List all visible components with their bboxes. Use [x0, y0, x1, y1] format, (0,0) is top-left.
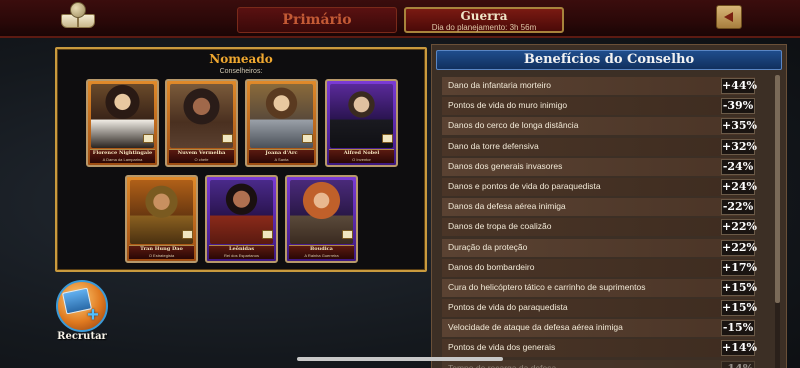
book-badge-icon: [342, 230, 353, 239]
benefit-row: Duração da proteção +22%: [442, 238, 757, 258]
benefit-label: Danos e pontos de vida do paraquedista: [448, 180, 601, 191]
benefit-row: Danos e pontos de vida do paraquedista +2…: [442, 177, 757, 197]
benefits-scroll-thumb[interactable]: [775, 75, 780, 303]
advisor-title: Rei dos Espartanos: [224, 253, 259, 258]
book-badge-icon: [382, 134, 393, 143]
planning-day-timer: Dia do planejamento: 3h 56m: [431, 23, 537, 32]
benefit-value: +15%: [721, 279, 757, 296]
benefit-value: +35%: [721, 118, 757, 135]
benefit-value: -22%: [721, 199, 755, 216]
advisor-name: Joana d'Arc: [265, 150, 298, 156]
benefits-title: Benefícios do Conselho: [436, 50, 782, 70]
advisor-name: Alfred Nobel: [343, 150, 380, 156]
advisor-nameplate: Tran Hung Dao O Estrategista: [129, 245, 194, 259]
advisor-name: Tran Hung Dao: [140, 246, 183, 252]
advisor-title: A Dama da Lamparina: [102, 157, 143, 162]
benefit-label: Duração da proteção: [448, 241, 528, 252]
benefit-label: Danos de tropa de coalizão: [448, 221, 552, 232]
tab-guerra[interactable]: Guerra Dia do planejamento: 3h 56m: [404, 7, 564, 33]
advisor-nameplate: Boudica A Rainha Guerreira: [289, 245, 354, 259]
benefit-row: Pontos de vida do paraquedista +15%: [442, 298, 757, 318]
advisor-name: Leônidas: [228, 246, 255, 252]
benefit-row: Danos da defesa aérea inimiga -22%: [442, 197, 755, 217]
advisor-name: Nuvem Vermelha: [177, 150, 226, 156]
advisor-title: A Santa: [274, 157, 289, 162]
benefit-value: +22%: [721, 239, 757, 256]
encyclopedia-book-icon[interactable]: [58, 2, 98, 32]
book-badge-icon: [222, 134, 233, 143]
benefit-row: Velocidade de ataque da defesa aérea ini…: [442, 318, 755, 338]
benefit-row: Danos do bombardeiro +17%: [442, 258, 757, 278]
advisor-card[interactable]: Joana d'Arc A Santa: [245, 79, 318, 167]
benefit-label: Pontos de vida do muro inimigo: [448, 100, 568, 111]
back-arrow-button[interactable]: [716, 5, 742, 29]
benefit-label: Pontos de vida do paraquedista: [448, 302, 568, 313]
advisor-card[interactable]: Boudica A Rainha Guerreira: [285, 175, 358, 263]
benefits-scrollbar[interactable]: [775, 75, 780, 368]
advisors-subtitle: Conselheiros:: [219, 68, 263, 75]
benefit-value: +17%: [721, 259, 757, 276]
benefit-value: +32%: [721, 138, 757, 155]
benefit-row: Danos dos generais invasores -24%: [442, 157, 755, 177]
advisor-name: Florence Nightingale: [92, 150, 153, 156]
benefit-value: +24%: [721, 178, 757, 195]
advisor-card[interactable]: Tran Hung Dao O Estrategista: [125, 175, 198, 263]
book-badge-icon: [262, 230, 273, 239]
council-benefits-panel: Benefícios do Conselho Dano da infantari…: [431, 44, 787, 368]
benefit-row: Dano da torre defensiva +32%: [442, 137, 757, 157]
top-bar: Primário Guerra Dia do planejamento: 3h …: [0, 0, 800, 38]
recruit-label: Recrutar: [57, 331, 107, 342]
plus-icon: +: [87, 304, 99, 326]
home-indicator[interactable]: [297, 357, 503, 361]
benefit-label: Danos dos generais invasores: [448, 160, 563, 171]
advisor-nameplate: Leônidas Rei dos Espartanos: [209, 245, 274, 259]
benefit-label: Dano da torre defensiva: [448, 140, 539, 151]
benefit-value: +22%: [721, 219, 757, 236]
benefit-row: Pontos de vida dos generais +14%: [442, 338, 757, 358]
advisor-card[interactable]: Nuvem Vermelha O chefe: [165, 79, 238, 167]
advisor-nameplate: Alfred Nobel O Inventor: [329, 149, 394, 163]
benefit-value: +14%: [721, 340, 757, 357]
book-badge-icon: [302, 134, 313, 143]
nominated-title: Nomeado: [209, 52, 273, 66]
benefits-list[interactable]: Dano da infantaria morteiro +44% Pontos de…: [442, 76, 772, 368]
benefit-label: Dano da infantaria morteiro: [448, 80, 552, 90]
benefit-label: Danos do bombardeiro: [448, 261, 535, 272]
advisor-card[interactable]: Alfred Nobel O Inventor: [325, 79, 398, 167]
advisor-title: O chefe: [194, 157, 209, 162]
recruit-button[interactable]: + Recrutar: [50, 278, 114, 348]
benefit-label: Velocidade de ataque da defesa aérea ini…: [448, 322, 623, 333]
benefit-label: Danos do cerco de longa distância: [448, 120, 579, 131]
advisor-title: O Estrategista: [148, 253, 175, 258]
benefit-label: Tempo de recarga da defesa: [448, 362, 557, 368]
benefit-value: +15%: [721, 300, 757, 317]
book-badge-icon: [182, 230, 193, 239]
advisor-title: A Rainha Guerreira: [304, 253, 339, 258]
benefit-label: Cura do helicóptero tático e carrinho de…: [448, 281, 646, 292]
benefit-value: -39%: [721, 98, 755, 115]
advisor-nameplate: Joana d'Arc A Santa: [249, 149, 314, 163]
benefit-label: Danos da defesa aérea inimiga: [448, 201, 566, 212]
benefit-row: Danos do cerco de longa distância +35%: [442, 116, 757, 136]
tab-primario[interactable]: Primário: [237, 7, 397, 33]
advisor-nameplate: Nuvem Vermelha O chefe: [169, 149, 234, 163]
advisor-card[interactable]: Florence Nightingale A Dama da Lamparina: [86, 79, 159, 167]
benefit-value: -14%: [721, 360, 755, 368]
benefit-value: +44%: [721, 78, 757, 94]
tab-guerra-label: Guerra: [460, 9, 508, 23]
advisor-card[interactable]: Leônidas Rei dos Espartanos: [205, 175, 278, 263]
benefit-row: Danos de tropa de coalizão +22%: [442, 217, 757, 237]
book-badge-icon: [143, 134, 154, 143]
benefit-row: Cura do helicóptero tático e carrinho de…: [442, 278, 757, 298]
benefit-label: Pontos de vida dos generais: [448, 342, 556, 353]
advisor-name: Boudica: [310, 246, 333, 252]
globe-icon: [70, 2, 86, 18]
benefit-row: Dano da infantaria morteiro +44%: [442, 76, 757, 96]
benefit-value: -24%: [721, 158, 755, 175]
advisor-title: O Inventor: [352, 157, 371, 162]
advisor-nameplate: Florence Nightingale A Dama da Lamparina: [90, 149, 155, 163]
benefit-value: -15%: [721, 320, 755, 337]
benefit-row: Pontos de vida do muro inimigo -39%: [442, 96, 755, 116]
